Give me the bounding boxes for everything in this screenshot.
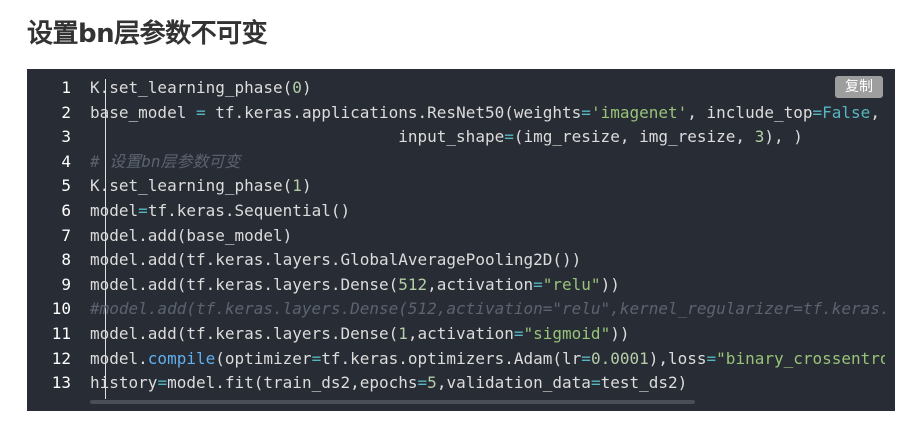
code-token: "sigmoid": [523, 323, 611, 343]
code-token: 1: [398, 323, 408, 343]
code-line: model.add(tf.keras.layers.Dense(512,acti…: [90, 273, 885, 298]
code-token: , include_top: [687, 102, 813, 122]
code-token: =: [138, 200, 148, 220]
line-number: 12: [51, 348, 71, 368]
code-token: K.set_learning_phase(: [90, 176, 293, 196]
code-token: tf.keras.Sequential(): [147, 200, 351, 220]
code-line: model.add(tf.keras.layers.Dense(1,activa…: [90, 322, 885, 347]
code-token: compile: [147, 348, 216, 368]
code-token: =: [513, 323, 524, 343]
code-token: model.add(base_model): [90, 225, 293, 245]
code-token: =: [590, 373, 601, 393]
code-token: 0.0001: [590, 348, 649, 368]
line-number: 4: [61, 151, 71, 171]
code-token: =: [311, 348, 322, 368]
line-number: 13: [51, 373, 71, 393]
line-number: 6: [61, 201, 71, 220]
code-token: )): [600, 274, 620, 294]
code-block: 1 2 3 4 5 6 7 8 9 10 11 12 13 K.set_learning_phase(0…: [27, 69, 895, 411]
code-token: ), ): [764, 127, 803, 147]
code-token: =: [812, 102, 823, 122]
code-token: ,validation_data: [436, 373, 591, 393]
code-token: model.fit(train_ds2,epochs: [167, 373, 418, 393]
line-number: 3: [61, 127, 71, 147]
line-number: 9: [61, 274, 71, 294]
code-token: (optimizer: [215, 348, 312, 368]
code-token: model.add(tf.keras.layers.GlobalAverageP…: [90, 250, 582, 270]
code-token: base_model: [90, 102, 196, 122]
code-token: 512: [398, 274, 428, 294]
code-token: =: [706, 348, 717, 368]
code-token: test_ds2): [600, 373, 688, 393]
code-token: model: [90, 200, 139, 220]
code-lines: K.set_learning_phase(0) base_model = tf.k…: [90, 76, 885, 396]
horizontal-scrollbar[interactable]: [90, 400, 695, 404]
code-token: model.: [90, 348, 148, 368]
code-token: K.set_learning_phase(: [90, 78, 293, 97]
copy-button[interactable]: 复制: [835, 76, 883, 98]
code-token: =: [195, 102, 206, 122]
code-token: ),loss: [648, 348, 707, 368]
code-token: ,activation: [427, 274, 534, 294]
code-line: K.set_learning_phase(1): [90, 174, 885, 199]
code-line: model.add(tf.keras.layers.GlobalAverageP…: [90, 248, 885, 273]
code-token: 5: [427, 373, 437, 393]
code-token: "relu": [542, 274, 601, 294]
code-token: =: [581, 348, 591, 368]
line-number: 5: [61, 176, 71, 196]
code-line: K.set_learning_phase(0): [90, 76, 885, 101]
code-token: input_shape: [90, 127, 505, 147]
code-token: tf.keras.optimizers.Adam(lr: [321, 348, 582, 368]
code-token: ,: [870, 102, 880, 122]
code-token: ,activation: [407, 323, 514, 343]
code-token: 0: [292, 78, 302, 97]
code-token: (img_resize, img_resize,: [513, 127, 755, 147]
code-token: 'imagenet': [590, 102, 688, 122]
code-token: ): [301, 176, 312, 196]
code-token: 3: [754, 127, 765, 147]
code-token: =: [417, 373, 428, 393]
code-line: model=tf.keras.Sequential(): [90, 199, 885, 224]
code-line: #model.add(tf.keras.layers.Dense(512,act…: [90, 297, 885, 322]
code-line: history=model.fit(train_ds2,epochs=5,val…: [90, 371, 885, 396]
code-line: model.add(base_model): [90, 224, 885, 249]
code-token: ): [301, 78, 312, 97]
code-token: history: [90, 373, 158, 393]
code-token: # 设置bn层参数可变: [90, 151, 241, 171]
line-number: 8: [61, 250, 71, 270]
code-line: input_shape=(img_resize, img_resize, 3),…: [90, 125, 885, 150]
code-line: model.compile(optimizer=tf.keras.optimiz…: [90, 347, 885, 372]
line-number: 11: [51, 324, 71, 343]
line-number-gutter: 1 2 3 4 5 6 7 8 9 10 11 12 13: [27, 69, 80, 411]
page-title: 设置bn层参数不可变: [27, 19, 268, 49]
code-token: )): [610, 323, 630, 343]
code-token: False: [822, 102, 871, 122]
line-number: 10: [51, 299, 71, 319]
code-token: #model.add(tf.keras.layers.Dense(512,act…: [90, 299, 885, 319]
code-token: =: [504, 127, 514, 147]
line-number: 2: [61, 102, 71, 122]
code-token: =: [533, 274, 543, 294]
code-line: base_model = tf.keras.applications.ResNe…: [90, 101, 885, 126]
code-token: model.add(tf.keras.layers.Dense(: [90, 323, 399, 343]
code-token: tf.keras.applications.ResNet50(weights: [205, 102, 582, 122]
code-token: model.add(tf.keras.layers.Dense(: [90, 274, 399, 294]
code-line: # 设置bn层参数可变: [90, 150, 885, 175]
code-token: "binary_crossentro: [716, 348, 885, 368]
code-token: 1: [292, 176, 302, 196]
code-token: =: [581, 102, 591, 122]
line-number: 1: [61, 78, 71, 97]
code-token: =: [157, 373, 168, 393]
line-number: 7: [61, 225, 71, 245]
